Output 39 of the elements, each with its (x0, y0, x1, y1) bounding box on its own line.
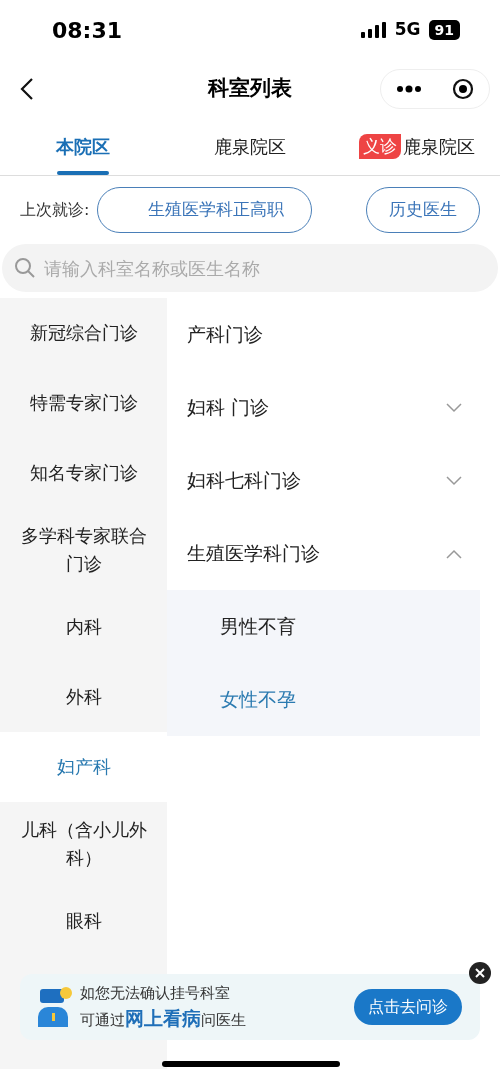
last-visit-label: 上次就诊: (20, 199, 90, 221)
signal-icon (360, 22, 387, 38)
tab-indicator (57, 171, 110, 175)
category-item[interactable]: 眼科 (0, 886, 167, 956)
category-item[interactable]: 儿科（含小儿外科） (0, 802, 167, 886)
department-item[interactable]: 妇科七科门诊 (167, 444, 500, 517)
campus-tab[interactable]: 鹿泉院区 (166, 118, 334, 175)
category-item[interactable]: 妇产科 (0, 732, 167, 802)
network-label: 5G (394, 18, 421, 42)
department-item[interactable]: 生殖医学科门诊 (167, 517, 500, 590)
page-title: 科室列表 (208, 75, 292, 103)
category-item[interactable]: 知名专家门诊 (0, 438, 167, 508)
category-item[interactable]: 新冠综合门诊 (0, 298, 167, 368)
free-clinic-badge: 义诊 (358, 133, 401, 160)
category-item[interactable]: 特需专家门诊 (0, 368, 167, 438)
battery-icon: 91 (428, 20, 460, 40)
subdepartment-item[interactable]: 男性不育 (167, 590, 480, 663)
banner-line: 如您无法确认挂号科室 (80, 982, 231, 1004)
category-item[interactable]: 外科 (0, 662, 167, 732)
category-item[interactable]: 内科 (0, 592, 167, 662)
close-icon[interactable] (469, 962, 491, 984)
search-field[interactable]: 请输入科室名称或医生名称 (2, 244, 498, 292)
campus-tab[interactable]: 义诊 鹿泉院区 (333, 118, 500, 175)
department-item[interactable]: 产科门诊 (167, 298, 500, 371)
banner-line: 可通过网上看病问医生 (80, 1006, 246, 1031)
doctor-icon (38, 987, 72, 1027)
campus-tab[interactable]: 本院区 (0, 118, 167, 175)
department-item[interactable]: 妇科 门诊 (167, 371, 500, 444)
status-time: 08:31 (52, 16, 123, 45)
search-icon (14, 257, 36, 279)
consult-button[interactable]: 点击去问诊 (354, 989, 462, 1025)
back-icon[interactable] (20, 77, 34, 101)
chevron-down-icon (446, 402, 462, 413)
chevron-up-icon (446, 548, 462, 559)
subdepartment-item[interactable]: 女性不孕 (167, 663, 480, 736)
more-icon[interactable] (396, 85, 422, 93)
category-item[interactable]: 多学科专家联合门诊 (0, 508, 167, 592)
target-icon[interactable] (452, 78, 474, 100)
chevron-down-icon (446, 475, 462, 486)
